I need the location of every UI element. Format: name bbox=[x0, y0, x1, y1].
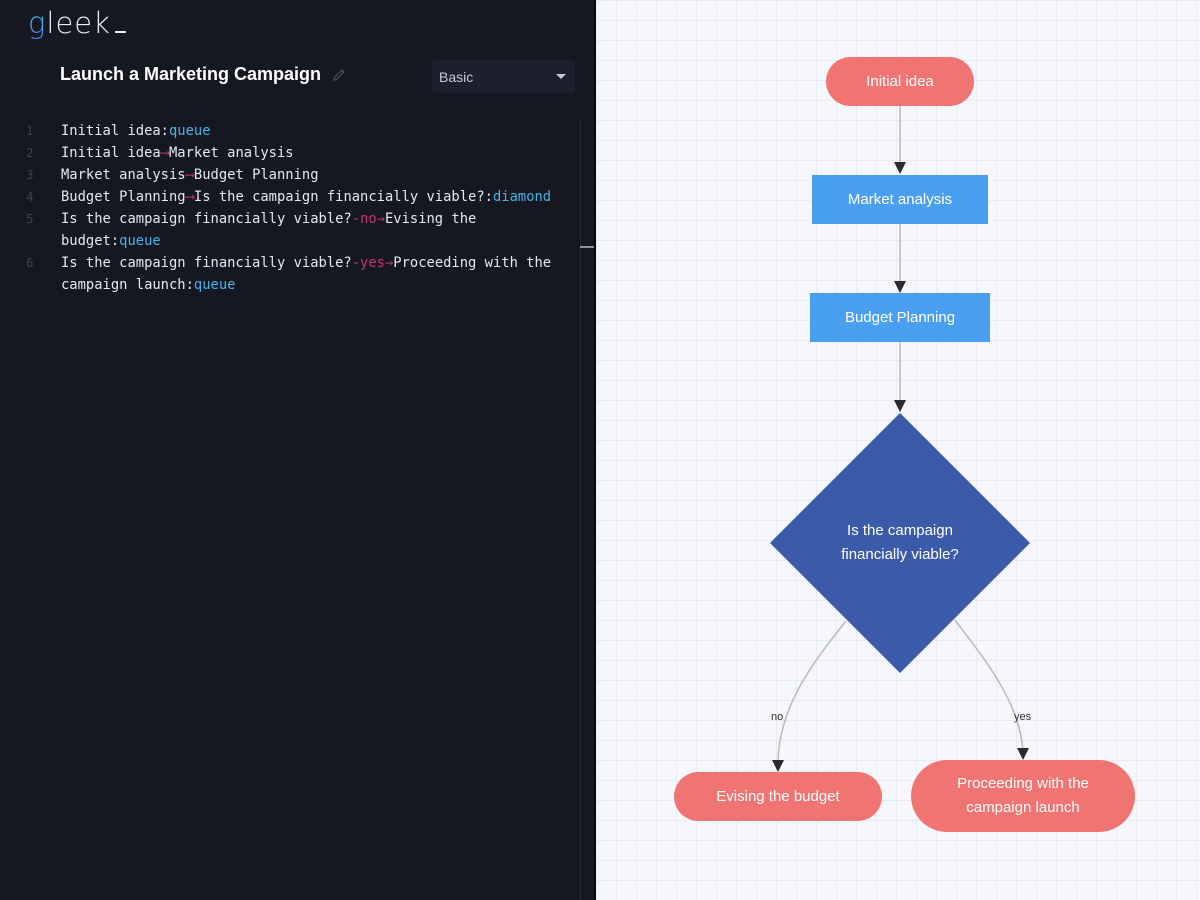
node-text: Initial idea bbox=[61, 145, 161, 161]
diagram-canvas[interactable]: Initial idea Market analysis Budget Plan… bbox=[596, 0, 1200, 900]
decision-label-line1: Is the campaign bbox=[847, 522, 953, 539]
decision-label-line2: financially viable? bbox=[841, 546, 959, 563]
line-number: 2 bbox=[26, 145, 34, 160]
logo-text: leek bbox=[46, 6, 111, 40]
edge-yes bbox=[954, 619, 1024, 759]
line-number: 6 bbox=[26, 255, 34, 270]
node-budget-planning[interactable]: Budget Planning bbox=[810, 293, 990, 342]
caret-down-icon bbox=[556, 74, 566, 79]
diagram-style-value: Basic bbox=[439, 68, 474, 85]
code-editor[interactable]: 1 Initial idea:queue 2 Initial idea⟶Market … bbox=[0, 120, 580, 900]
connector-token: ⟶ bbox=[185, 167, 194, 183]
edge-label-yes: yes bbox=[1014, 711, 1032, 723]
shape-keyword: queue bbox=[193, 277, 236, 293]
node-decision-label: Is the campaign financially viable? bbox=[800, 518, 1000, 568]
editor-panel: g leek Launch a Marketing Campaign Basic … bbox=[0, 0, 595, 900]
code-text[interactable]: Is the campaign financially viable?-yes→… bbox=[61, 252, 576, 296]
gleek-logo[interactable]: g leek bbox=[28, 6, 126, 40]
code-text[interactable]: Market analysis⟶Budget Planning bbox=[61, 164, 576, 186]
edge-no bbox=[777, 620, 847, 771]
node-label: Initial idea bbox=[866, 72, 934, 90]
node-initial-idea[interactable]: Initial idea bbox=[826, 57, 974, 106]
diagram-title[interactable]: Launch a Marketing Campaign bbox=[60, 64, 321, 85]
node-text: Initial idea: bbox=[61, 123, 169, 139]
line-number: 1 bbox=[26, 123, 34, 138]
node-text: Is the campaign financially viable?: bbox=[193, 189, 493, 205]
connector-token: -yes→ bbox=[351, 255, 394, 271]
node-text: Market analysis bbox=[61, 167, 186, 183]
editor-scrollbar-thumb[interactable] bbox=[580, 246, 595, 248]
arrowhead-budget bbox=[894, 281, 906, 293]
node-proceeding-launch[interactable]: Proceeding with the campaign launch bbox=[911, 760, 1135, 832]
node-evising-budget[interactable]: Evising the budget bbox=[674, 772, 882, 821]
pencil-icon[interactable] bbox=[331, 67, 347, 83]
connector-token: ⟶ bbox=[160, 145, 169, 161]
code-line[interactable]: 3 Market analysis⟶Budget Planning bbox=[0, 164, 580, 186]
node-text: Is the campaign financially viable? bbox=[61, 255, 352, 271]
connector-token: ⟶ bbox=[185, 189, 194, 205]
node-label: Budget Planning bbox=[844, 308, 956, 326]
logo-cursor bbox=[114, 31, 126, 33]
code-line[interactable]: 1 Initial idea:queue bbox=[0, 120, 580, 142]
code-line[interactable]: 5 Is the campaign financially viable?-no→… bbox=[0, 208, 580, 252]
code-line[interactable]: 4 Budget Planning⟶Is the campaign financi… bbox=[0, 186, 580, 208]
line-number: 4 bbox=[26, 189, 34, 204]
code-text[interactable]: Budget Planning⟶Is the campaign financia… bbox=[61, 186, 576, 208]
code-line[interactable]: 2 Initial idea⟶Market analysis bbox=[0, 142, 580, 164]
code-text[interactable]: Is the campaign financially viable?-no→E… bbox=[61, 208, 576, 252]
node-label-line1: Proceeding with the bbox=[957, 775, 1089, 792]
node-text: Market analysis bbox=[169, 145, 294, 161]
node-label: Market analysis bbox=[847, 190, 953, 208]
node-label-line2: campaign launch bbox=[966, 799, 1080, 816]
shape-keyword: diamond bbox=[492, 189, 552, 205]
arrowhead-no bbox=[772, 760, 784, 772]
edge-label-no: no bbox=[771, 711, 784, 723]
arrowhead-decision bbox=[894, 400, 906, 412]
node-text: Budget Planning bbox=[61, 189, 186, 205]
logo-letter-g: g bbox=[28, 6, 47, 40]
editor-scrollbar-track[interactable] bbox=[580, 120, 581, 900]
code-line[interactable]: 6 Is the campaign financially viable?-yes… bbox=[0, 252, 580, 296]
line-number: 3 bbox=[26, 167, 34, 182]
diagram-title-row: Launch a Marketing Campaign bbox=[60, 64, 347, 85]
arrowhead-market bbox=[894, 162, 906, 174]
node-text: Budget Planning bbox=[193, 167, 319, 183]
code-text[interactable]: Initial idea⟶Market analysis bbox=[61, 142, 576, 164]
shape-keyword: queue bbox=[168, 123, 211, 139]
diagram-style-select[interactable]: Basic bbox=[432, 60, 575, 93]
arrowhead-yes bbox=[1017, 748, 1029, 760]
line-number: 5 bbox=[26, 211, 34, 226]
node-label: Evising the budget bbox=[716, 787, 840, 805]
connector-token: -no→ bbox=[351, 211, 385, 227]
code-text[interactable]: Initial idea:queue bbox=[61, 120, 576, 142]
node-text: Is the campaign financially viable? bbox=[61, 211, 352, 227]
shape-keyword: queue bbox=[119, 233, 161, 249]
node-market-analysis[interactable]: Market analysis bbox=[812, 175, 988, 224]
